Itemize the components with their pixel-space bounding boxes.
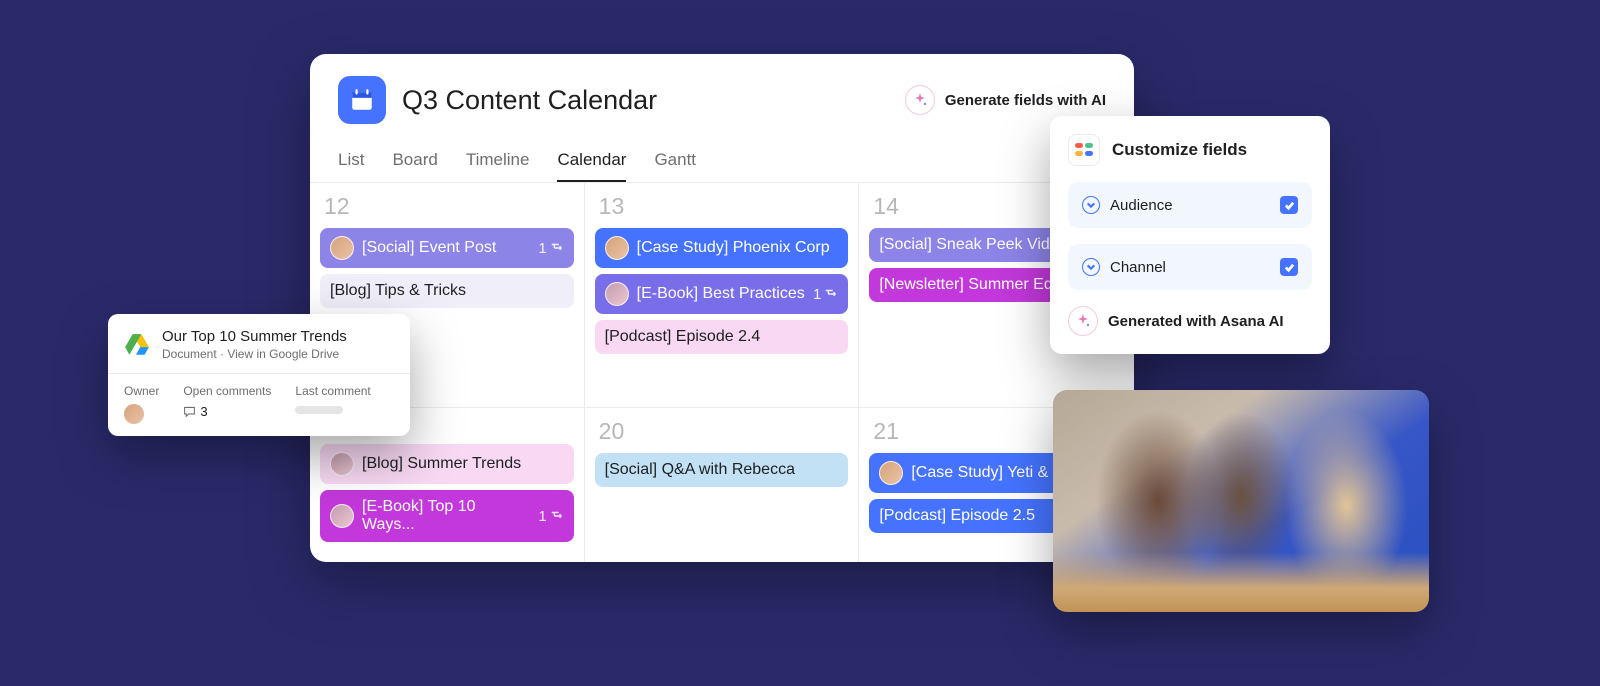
task[interactable]: [Podcast] Episode 2.4 bbox=[595, 320, 849, 354]
task-label: [E-Book] Top 10 Ways... bbox=[362, 498, 530, 534]
google-drive-icon bbox=[124, 332, 150, 358]
field-option-channel[interactable]: Channel bbox=[1068, 244, 1312, 290]
checkbox-checked[interactable] bbox=[1280, 258, 1298, 276]
owner-avatar bbox=[124, 404, 144, 424]
customize-fields-panel: Customize fields Audience Channel Genera… bbox=[1050, 116, 1330, 354]
last-comment-label: Last comment bbox=[295, 384, 370, 398]
generated-with-ai: Generated with Asana AI bbox=[1068, 306, 1312, 336]
generated-label: Generated with Asana AI bbox=[1108, 313, 1284, 330]
calendar-cell: 13 [Case Study] Phoenix Corp [E-Book] Be… bbox=[585, 183, 860, 408]
main-calendar-window: Q3 Content Calendar Generate fields with… bbox=[310, 54, 1134, 562]
gdoc-title: Our Top 10 Summer Trends bbox=[162, 328, 347, 345]
avatar bbox=[605, 236, 629, 260]
subtask-count: 1 bbox=[813, 286, 838, 303]
title-area: Q3 Content Calendar bbox=[338, 76, 657, 124]
task[interactable]: [Blog] Summer Trends bbox=[320, 444, 574, 484]
avatar bbox=[330, 452, 354, 476]
task[interactable]: [E-Book] Top 10 Ways... 1 bbox=[320, 490, 574, 542]
fields-icon bbox=[1068, 134, 1100, 166]
field-option-audience[interactable]: Audience bbox=[1068, 182, 1312, 228]
task-label: [Blog] Tips & Tricks bbox=[330, 282, 466, 300]
task-label: [Social] Q&A with Rebecca bbox=[605, 461, 795, 479]
sparkle-icon bbox=[1068, 306, 1098, 336]
calendar-grid: 12 [Social] Event Post 1 [Blog] Tips & T… bbox=[310, 183, 1134, 562]
subtask-count: 1 bbox=[538, 240, 563, 257]
tab-timeline[interactable]: Timeline bbox=[466, 140, 530, 182]
tab-calendar[interactable]: Calendar bbox=[557, 140, 626, 182]
chevron-down-icon bbox=[1082, 196, 1100, 214]
task[interactable]: [Social] Q&A with Rebecca bbox=[595, 453, 849, 487]
page-title: Q3 Content Calendar bbox=[402, 85, 657, 116]
calendar-cell: 20 [Social] Q&A with Rebecca bbox=[585, 408, 860, 562]
gdoc-subtitle: Document · View in Google Drive bbox=[162, 347, 347, 361]
header: Q3 Content Calendar Generate fields with… bbox=[310, 54, 1134, 132]
task-label: [Podcast] Episode 2.4 bbox=[605, 328, 761, 346]
last-comment-placeholder bbox=[295, 406, 343, 414]
team-photo bbox=[1053, 390, 1429, 612]
task[interactable]: [Case Study] Phoenix Corp bbox=[595, 228, 849, 268]
divider bbox=[108, 373, 410, 374]
checkbox-checked[interactable] bbox=[1280, 196, 1298, 214]
customize-title: Customize fields bbox=[1112, 140, 1247, 160]
tab-board[interactable]: Board bbox=[392, 140, 437, 182]
chevron-down-icon bbox=[1082, 258, 1100, 276]
field-label: Audience bbox=[1110, 197, 1173, 214]
generate-ai-label: Generate fields with AI bbox=[945, 92, 1106, 109]
task[interactable]: [E-Book] Best Practices 1 bbox=[595, 274, 849, 314]
task[interactable]: [Social] Event Post 1 bbox=[320, 228, 574, 268]
avatar bbox=[330, 236, 354, 260]
task[interactable]: [Blog] Tips & Tricks bbox=[320, 274, 574, 308]
task-label: [Case Study] Phoenix Corp bbox=[637, 239, 830, 257]
comment-icon bbox=[183, 405, 196, 418]
comments-label: Open comments bbox=[183, 384, 271, 398]
sparkle-icon bbox=[905, 85, 935, 115]
date-label: 20 bbox=[599, 418, 849, 445]
tab-gantt[interactable]: Gantt bbox=[654, 140, 696, 182]
task-label: [Social] Sneak Peek Video bbox=[879, 236, 1067, 254]
task-label: [E-Book] Best Practices bbox=[637, 285, 805, 303]
avatar bbox=[330, 504, 354, 528]
tab-list[interactable]: List bbox=[338, 140, 364, 182]
calendar-icon bbox=[338, 76, 386, 124]
avatar bbox=[605, 282, 629, 306]
owner-label: Owner bbox=[124, 384, 159, 398]
view-tabs: List Board Timeline Calendar Gantt bbox=[310, 132, 1134, 183]
subtask-count: 1 bbox=[538, 508, 563, 525]
task-label: [Social] Event Post bbox=[362, 239, 496, 257]
gdrive-attachment-card[interactable]: Our Top 10 Summer Trends Document · View… bbox=[108, 314, 410, 436]
generate-ai-button[interactable]: Generate fields with AI bbox=[905, 85, 1106, 115]
date-label: 12 bbox=[324, 193, 574, 220]
comments-count: 3 bbox=[200, 404, 207, 419]
avatar bbox=[879, 461, 903, 485]
field-label: Channel bbox=[1110, 259, 1166, 276]
task-label: [Podcast] Episode 2.5 bbox=[879, 507, 1035, 525]
date-label: 13 bbox=[599, 193, 849, 220]
task-label: [Blog] Summer Trends bbox=[362, 455, 521, 473]
